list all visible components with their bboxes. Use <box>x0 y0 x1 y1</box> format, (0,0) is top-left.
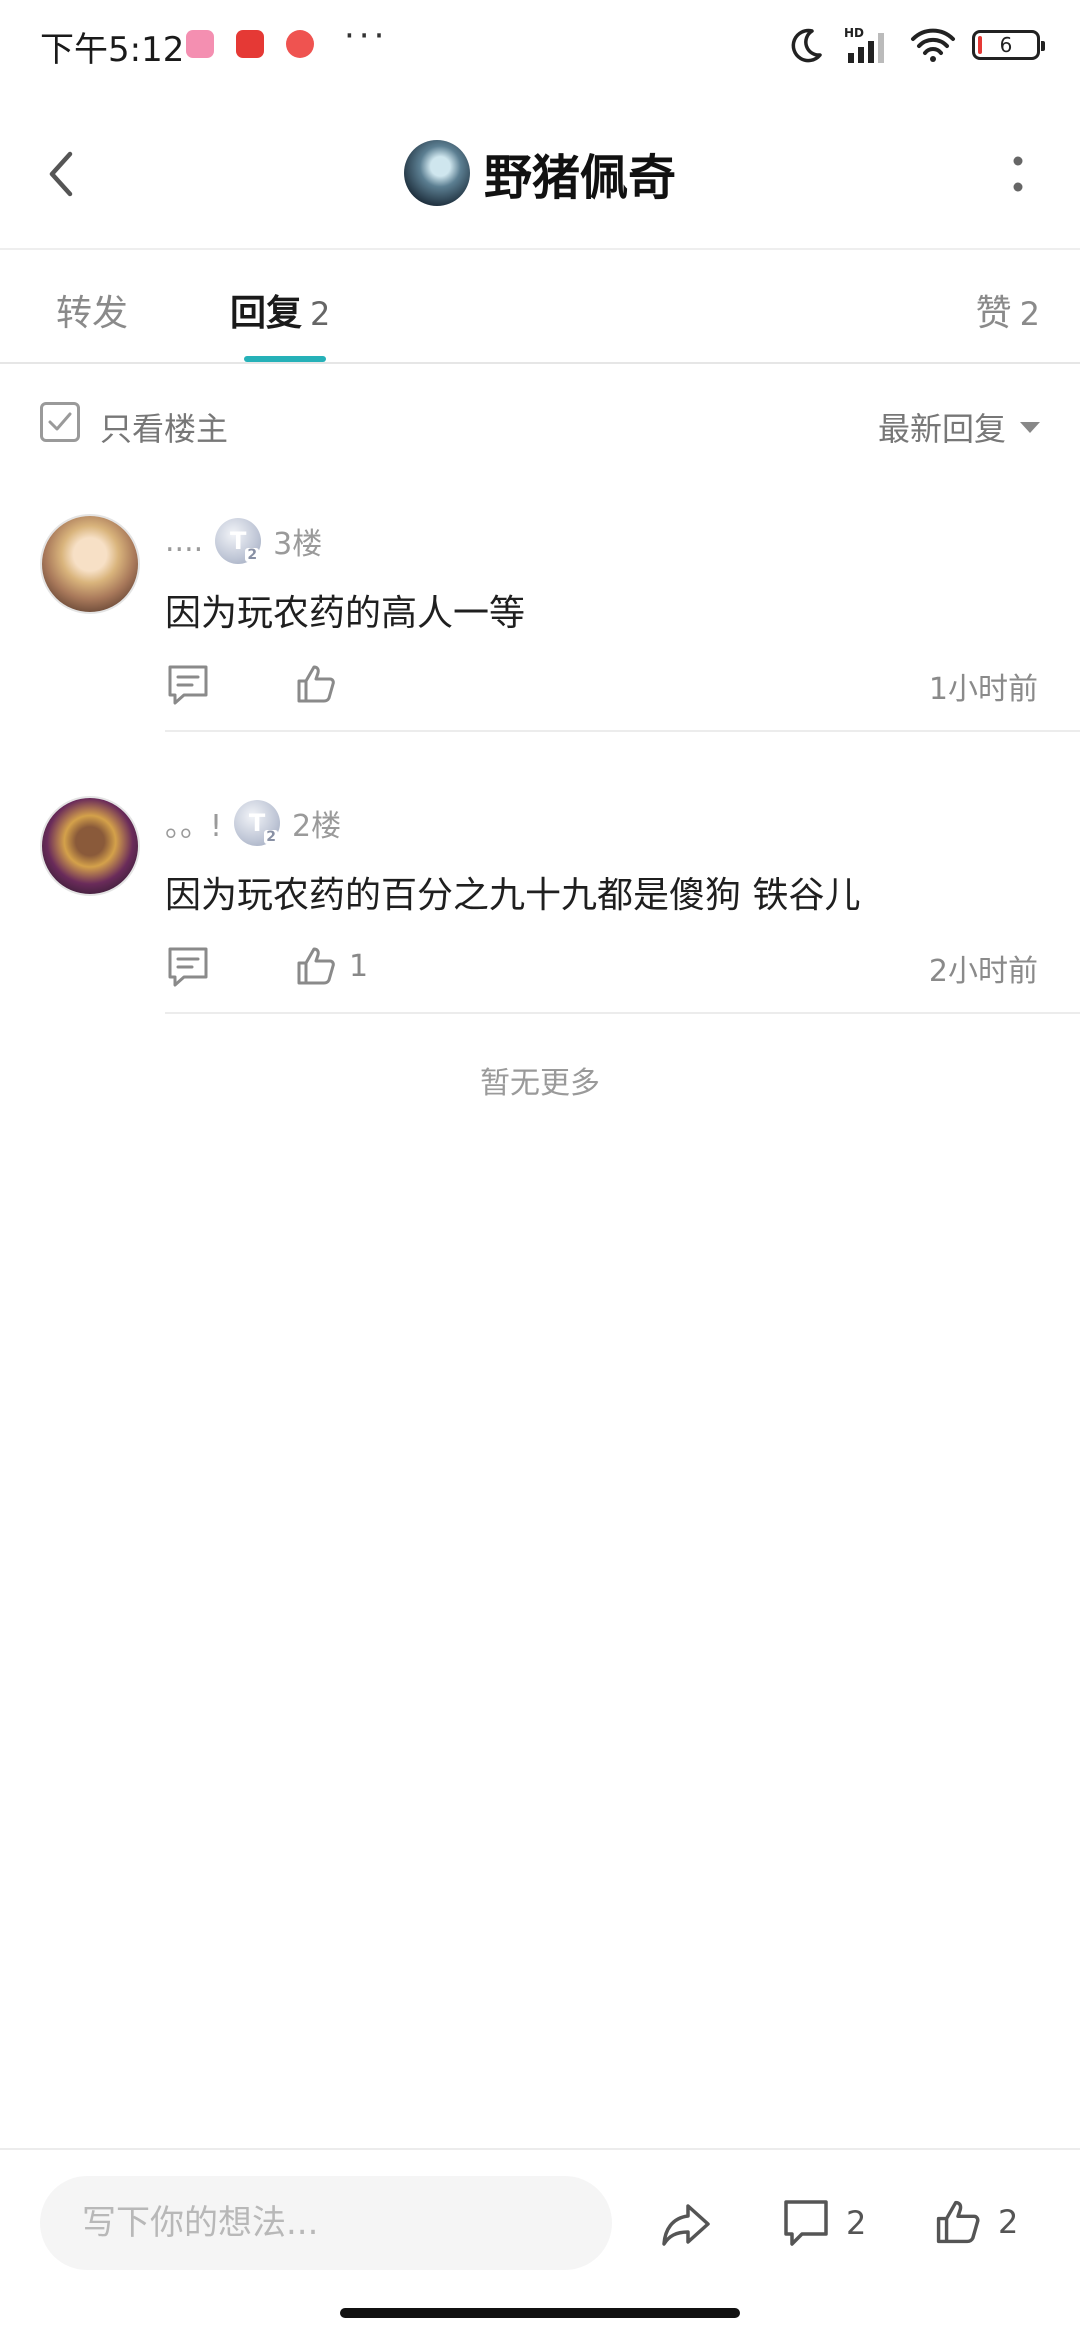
status-bar: 下午5:12 ··· HD 6 <box>0 0 1080 90</box>
share-icon[interactable] <box>658 2196 714 2252</box>
reply-floor: 3楼 <box>273 527 323 562</box>
check-icon <box>48 412 72 431</box>
network-type-label: HD <box>844 26 864 40</box>
reply-actions: 1小时前 <box>165 654 1040 714</box>
level-badge-icon: T 2 <box>234 800 281 846</box>
no-more-text: 暂无更多 <box>480 1066 600 1101</box>
level-badge-number: 2 <box>245 547 260 563</box>
tab-replies-label: 回复 <box>230 293 303 334</box>
reply-comment-icon[interactable] <box>165 944 211 990</box>
comment-button[interactable]: 2 <box>782 2194 866 2252</box>
only-op-checkbox[interactable] <box>40 402 80 442</box>
news-app-icon <box>286 30 314 58</box>
level-badge-letter: T <box>229 527 247 555</box>
reply-username[interactable]: .... <box>165 524 203 559</box>
tab-likes[interactable]: 赞2 <box>976 284 1040 336</box>
reply-divider <box>165 730 1080 732</box>
caret-down-icon <box>1020 421 1040 433</box>
reply-comment-icon[interactable] <box>165 662 211 708</box>
like-count: 2 <box>998 2203 1019 2241</box>
more-vertical-icon <box>1013 156 1023 192</box>
page-title: 野猪佩奇 <box>483 150 676 206</box>
level-badge-letter: T <box>248 809 266 837</box>
comment-icon <box>784 2200 828 2246</box>
reply-meta: 。。! T 2 2楼 <box>165 798 341 848</box>
moon-icon <box>791 28 822 63</box>
bottom-action-bar: 2 2 <box>0 2150 1080 2296</box>
reply-divider <box>165 1012 1080 1014</box>
reply-time: 2小时前 <box>928 954 1038 989</box>
top-app-bar: 野猪佩奇 <box>0 110 1080 240</box>
tabs-divider <box>0 362 1080 364</box>
reply-avatar[interactable] <box>40 796 140 896</box>
reply-like-count: 1 <box>349 948 369 984</box>
battery-level: 6 <box>999 33 1013 57</box>
thumbs-up-icon <box>297 947 335 985</box>
sort-dropdown[interactable]: 最新回复 <box>878 404 1040 450</box>
comment-input[interactable] <box>40 2176 612 2270</box>
reply-like-button[interactable]: 1 <box>295 942 368 990</box>
tab-likes-count: 2 <box>1019 295 1040 333</box>
reply-floor: 2楼 <box>292 809 342 844</box>
signal-icon: HD <box>844 26 884 63</box>
status-icons: HD 6 <box>786 22 1045 68</box>
thumbs-up-icon <box>297 665 335 703</box>
level-badge-number: 2 <box>264 829 279 845</box>
tab-bar: 转发 回复 2 赞2 <box>0 250 1080 362</box>
tab-forward-label: 转发 <box>56 293 129 334</box>
reply-time: 1小时前 <box>928 672 1038 707</box>
reply-avatar[interactable] <box>40 514 140 614</box>
reply-username[interactable]: 。。! <box>165 801 222 845</box>
comment-count: 2 <box>846 2204 867 2242</box>
tab-forward[interactable]: 转发 <box>56 284 128 336</box>
more-notifications-indicator: ··· <box>344 16 389 56</box>
reply-meta: .... T 2 3楼 <box>165 516 322 566</box>
battery-icon: 6 <box>972 30 1045 60</box>
reply-like-button[interactable] <box>295 660 349 708</box>
reply-item: 。。! T 2 2楼 因为玩农药的百分之九十九都是傻狗 铁谷儿 1 2小时前 <box>0 796 1080 1016</box>
reply-actions: 1 2小时前 <box>165 936 1040 996</box>
sort-label: 最新回复 <box>877 410 1006 448</box>
reply-item: .... T 2 3楼 因为玩农药的高人一等 1小时前 <box>0 514 1080 734</box>
wifi-icon <box>911 28 955 62</box>
more-options-button[interactable] <box>986 142 1050 206</box>
status-time: 下午5:12 <box>40 30 185 70</box>
only-op-label[interactable]: 只看楼主 <box>100 404 228 450</box>
tab-replies[interactable]: 回复 2 <box>230 284 330 336</box>
reply-text[interactable]: 因为玩农药的百分之九十九都是傻狗 铁谷儿 <box>165 866 860 918</box>
video-app-icon <box>186 30 214 58</box>
level-badge-icon: T 2 <box>215 518 262 564</box>
home-indicator[interactable] <box>340 2308 740 2318</box>
reply-text[interactable]: 因为玩农药的高人一等 <box>165 584 525 636</box>
filter-row: 只看楼主 最新回复 <box>0 390 1080 456</box>
shopping-app-icon <box>236 30 264 58</box>
thumbs-up-icon <box>936 2200 980 2244</box>
like-button[interactable]: 2 <box>934 2192 1018 2252</box>
tab-likes-label: 赞 <box>975 293 1012 334</box>
tab-replies-count: 2 <box>310 295 331 333</box>
user-avatar[interactable] <box>403 140 470 206</box>
title-group[interactable]: 野猪佩奇 <box>0 138 1080 208</box>
